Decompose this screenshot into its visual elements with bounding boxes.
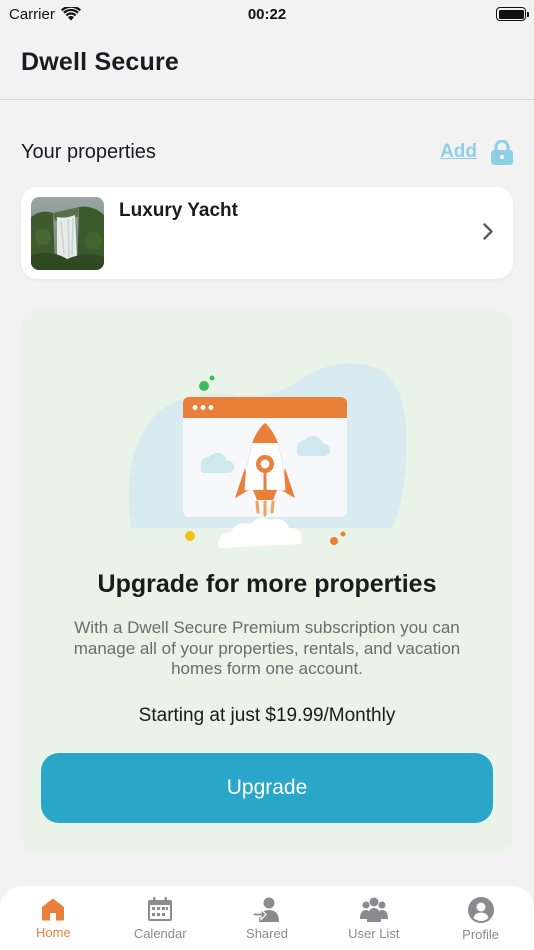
calendar-icon [148,897,173,921]
upgrade-title: Upgrade for more properties [97,570,437,598]
tab-label-profile: Profile [462,927,500,942]
upgrade-price: Starting at just $19.99/Monthly [138,705,396,726]
lock-icon[interactable] [491,139,513,165]
property-thumbnail [31,197,104,270]
battery-icon [496,7,529,21]
tab-shared[interactable]: Shared [214,886,321,950]
rocket-illustration [128,363,407,548]
chevron-right-icon [483,223,493,240]
upgrade-description: With a Dwell Secure Premium subscription… [73,618,461,678]
add-property-link[interactable]: Add [440,141,477,163]
user-list-icon [359,897,388,922]
home-icon [42,898,65,921]
tab-calendar[interactable]: Calendar [107,886,214,950]
profile-icon [467,897,494,923]
section-actions: Add [440,139,513,165]
app-title: Dwell Secure [21,48,180,76]
property-name: Luxury Yacht [119,200,238,221]
tab-label-calendar: Calendar [133,926,187,941]
carrier-label: Carrier [9,5,55,23]
section-title: Your properties [21,140,156,163]
tab-home[interactable]: Home [0,886,107,950]
tab-bar: Home Calendar Shared User List Profile [0,886,534,950]
upgrade-button[interactable]: Upgrade [41,753,493,823]
tab-profile[interactable]: Profile [427,886,534,950]
tab-label-user-list: User List [348,926,400,941]
upgrade-card: Upgrade for more properties With a Dwell… [21,310,513,854]
tab-label-home: Home [36,925,71,940]
nav-header: Dwell Secure [0,28,534,100]
status-bar: Carrier 00:22 [0,0,534,28]
wifi-icon [60,7,81,21]
tab-user-list[interactable]: User List [320,886,427,950]
tab-label-shared: Shared [246,926,288,941]
property-card[interactable]: Luxury Yacht [21,187,513,279]
shared-icon [252,897,279,922]
properties-section-header: Your properties Add [21,138,513,166]
status-left: Carrier [9,6,81,23]
